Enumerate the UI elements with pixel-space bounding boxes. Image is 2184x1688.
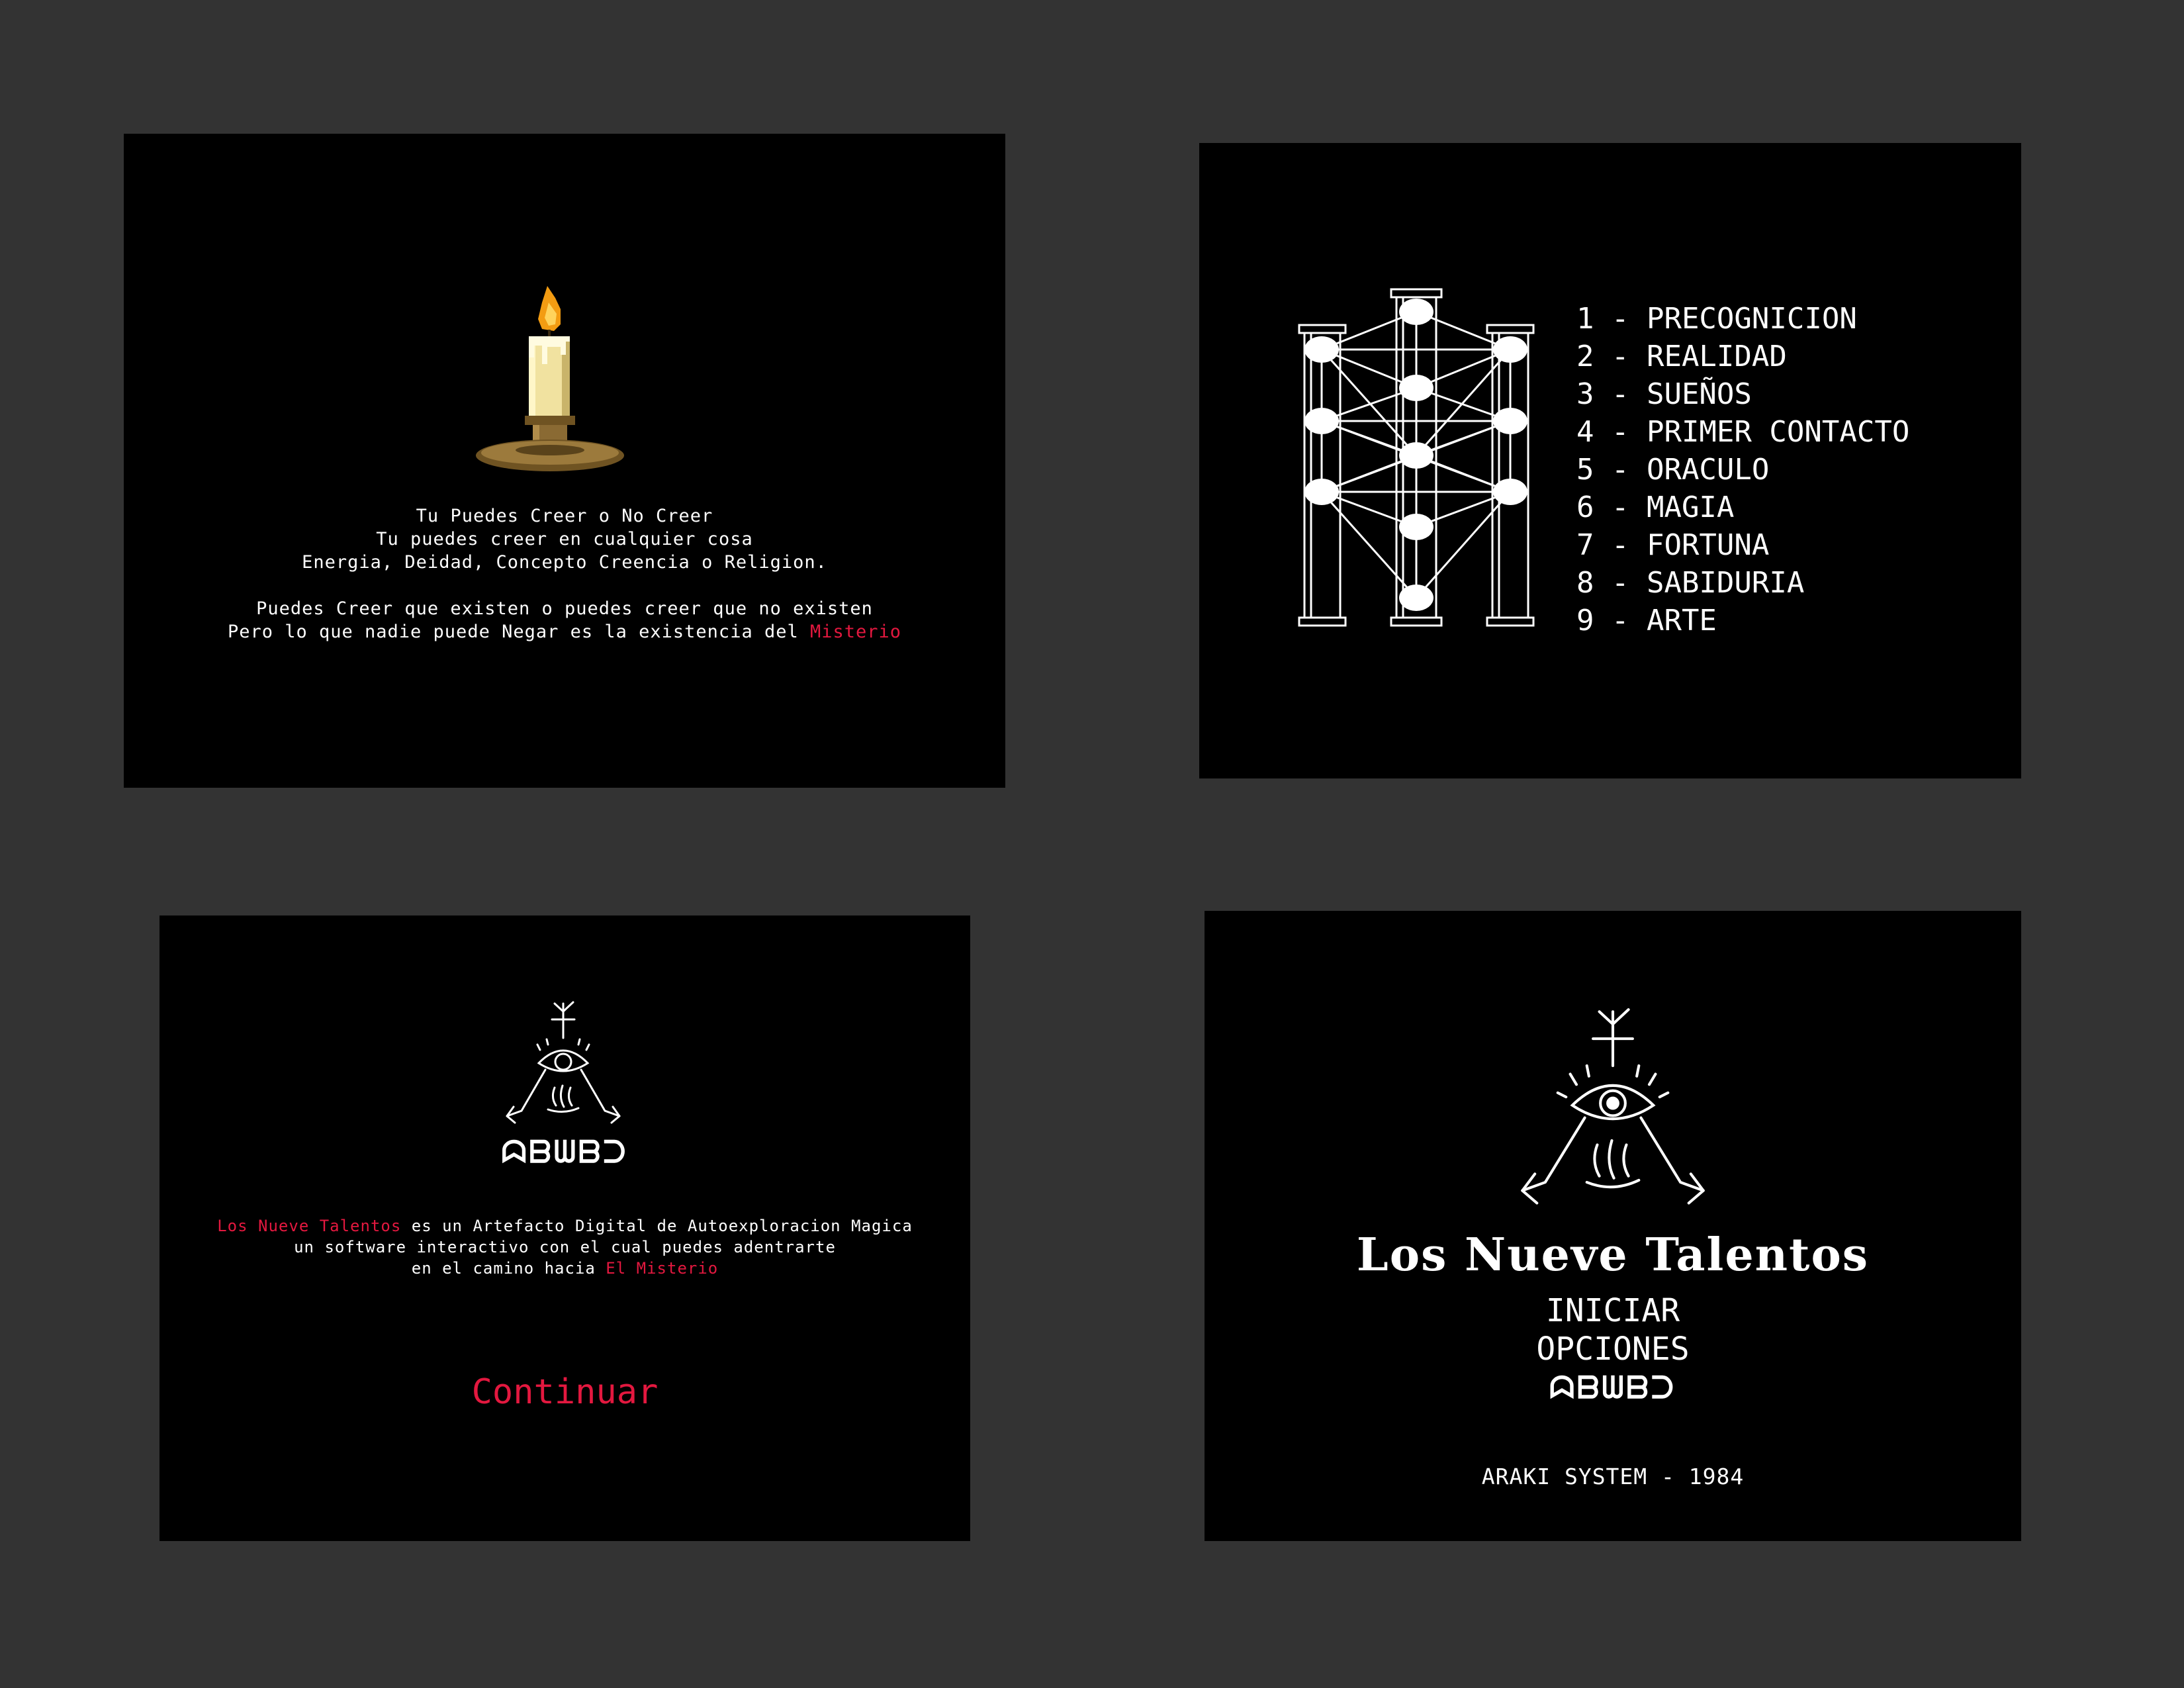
menu-item-primer-contacto[interactable]: 4 - PRIMER CONTACTO bbox=[1576, 413, 1909, 451]
intro-line-2: Tu puedes creer en cualquier cosa bbox=[376, 529, 753, 549]
intro-line-1: Tu Puedes Creer o No Creer bbox=[416, 506, 713, 526]
title-highlight: Los Nueve Talentos bbox=[217, 1217, 402, 1235]
continue-button[interactable]: Continuar bbox=[159, 1372, 970, 1412]
menu-item-realidad[interactable]: 2 - REALIDAD bbox=[1576, 338, 1909, 375]
menu-item-oraculo[interactable]: 5 - ORACULO bbox=[1576, 451, 1909, 489]
misterio-highlight: Misterio bbox=[809, 622, 902, 642]
description-line-3-prefix: en el camino hacia bbox=[411, 1259, 606, 1278]
eye-sigil-icon bbox=[1521, 1008, 1705, 1205]
title-menu: INICIAR OPCIONES ᗣᗷᗯᗷᑐ bbox=[1205, 1291, 2021, 1407]
menu-item-fortuna[interactable]: 7 - FORTUNA bbox=[1576, 526, 1909, 564]
continue-screen: ᗣᗷᗯᗷᑐ Los Nueve Talentos es un Artefacto… bbox=[159, 915, 970, 1541]
eye-sigil-icon bbox=[506, 1001, 621, 1124]
candle-icon bbox=[476, 286, 624, 471]
intro-line-5: Pero lo que nadie puede Negar es la exis… bbox=[124, 620, 1005, 643]
logo-glyph-word: ᗣᗷᗯᗷᑐ bbox=[501, 1134, 629, 1170]
intro-spacer bbox=[124, 574, 1005, 597]
description-line-1: Los Nueve Talentos es un Artefacto Digit… bbox=[159, 1215, 970, 1237]
credit-text: ARAKI SYSTEM - 1984 bbox=[1481, 1464, 1745, 1489]
menu-item-arte[interactable]: 9 - ARTE bbox=[1576, 602, 1909, 639]
description-line-2: un software interactivo con el cual pued… bbox=[294, 1238, 836, 1256]
el-misterio-highlight: El Misterio bbox=[606, 1259, 719, 1278]
intro-line-4: Puedes Creer que existen o puedes creer … bbox=[256, 598, 873, 619]
tree-of-life-icon bbox=[1298, 288, 1535, 627]
talents-list: 1 - PRECOGNICION 2 - REALIDAD 3 - SUEÑOS… bbox=[1576, 300, 1909, 639]
title-screen: Los Nueve Talentos INICIAR OPCIONES ᗣᗷᗯᗷ… bbox=[1205, 911, 2021, 1541]
intro-line-3: Energia, Deidad, Concepto Creencia o Rel… bbox=[302, 552, 827, 573]
start-button[interactable]: INICIAR bbox=[1205, 1291, 2021, 1330]
intro-screen: Tu Puedes Creer o No Creer Tu puedes cre… bbox=[124, 134, 1005, 788]
game-title: Los Nueve Talentos bbox=[1356, 1229, 1870, 1282]
options-button[interactable]: OPCIONES bbox=[1205, 1330, 2021, 1368]
talents-menu-screen: 1 - PRECOGNICION 2 - REALIDAD 3 - SUEÑOS… bbox=[1199, 143, 2021, 778]
menu-item-sabiduria[interactable]: 8 - SABIDURIA bbox=[1576, 564, 1909, 602]
menu-item-precognicion[interactable]: 1 - PRECOGNICION bbox=[1576, 300, 1909, 338]
description-line-3: en el camino hacia El Misterio bbox=[159, 1258, 970, 1279]
intro-line-5-prefix: Pero lo que nadie puede Negar es la exis… bbox=[227, 622, 810, 642]
menu-item-suenos[interactable]: 3 - SUEÑOS bbox=[1576, 375, 1909, 413]
description-block: Los Nueve Talentos es un Artefacto Digit… bbox=[159, 1215, 970, 1279]
intro-text-block: Tu Puedes Creer o No Creer Tu puedes cre… bbox=[124, 504, 1005, 643]
menu-item-magia[interactable]: 6 - MAGIA bbox=[1576, 489, 1909, 526]
glyph-menu-item[interactable]: ᗣᗷᗯᗷᑐ bbox=[1205, 1368, 2021, 1407]
description-line-1-rest: es un Artefacto Digital de Autoexploraci… bbox=[401, 1217, 913, 1235]
